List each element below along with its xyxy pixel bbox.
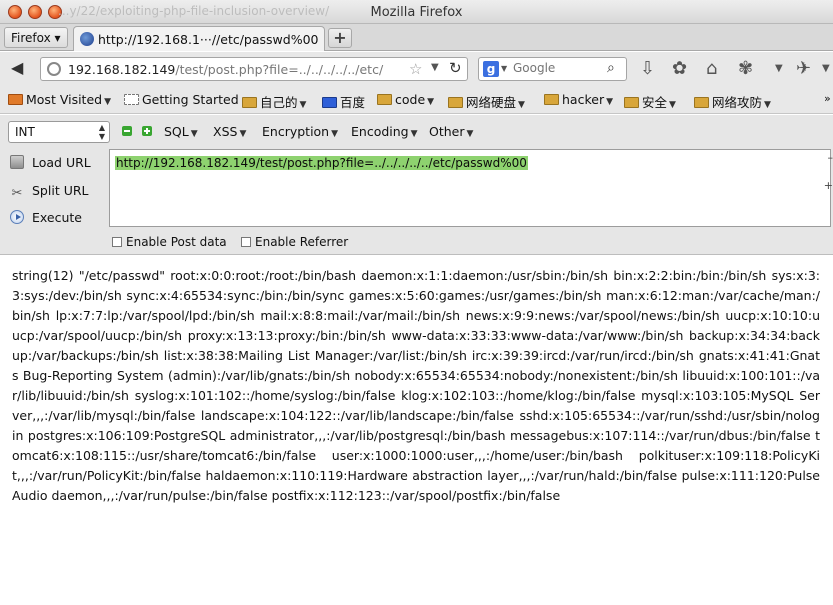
- title-bar: ...y/22/exploiting-php-file-inclusion-ov…: [0, 0, 833, 24]
- search-icon[interactable]: ⌕: [607, 60, 615, 76]
- execute-button[interactable]: Execute: [10, 210, 82, 225]
- overflow-chevron-icon[interactable]: ▼: [822, 63, 830, 74]
- folder-icon: [694, 97, 709, 108]
- collapse-icon[interactable]: –: [828, 151, 833, 164]
- bookmark-folder-attack[interactable]: 网络攻防 ▼: [694, 92, 771, 111]
- tab-label: http://192.168.1···//etc/passwd%00: [98, 32, 319, 47]
- tab-bar: Firefox ▾ http://192.168.1···//etc/passw…: [0, 24, 833, 51]
- page-output: string(12) "/etc/passwd" root:x:0:0:root…: [12, 268, 820, 503]
- load-url-button[interactable]: Load URL: [10, 155, 91, 170]
- reload-icon[interactable]: ↻: [449, 59, 462, 77]
- folder-icon: [448, 97, 463, 108]
- hackbar-toolbar: INT ▲ ▼ SQL ▼ XSS ▼ Encryption ▼ Encoding ▼ O…: [0, 115, 833, 149]
- firefox-menu-button[interactable]: Firefox ▾: [4, 27, 68, 48]
- updown-icon: ▲ ▼: [98, 123, 105, 141]
- bookmark-folder-hacker[interactable]: hacker ▼: [544, 92, 613, 107]
- search-input[interactable]: [513, 61, 603, 75]
- int-select-value: INT: [15, 125, 35, 139]
- bookmark-most-visited[interactable]: Most Visited ▼: [8, 92, 111, 107]
- navigation-bar: ◀ 192.168.182.149/test/post.php?file=../…: [0, 52, 833, 86]
- bookmarks-overflow-icon[interactable]: »: [824, 92, 831, 105]
- download-icon[interactable]: ⇩: [640, 58, 655, 79]
- other-menu[interactable]: Other ▼: [429, 124, 473, 139]
- encryption-menu[interactable]: Encryption ▼: [262, 124, 338, 139]
- load-url-icon: [10, 155, 24, 169]
- folder-icon: [624, 97, 639, 108]
- bookmark-folder-code[interactable]: code ▼: [377, 92, 434, 107]
- encoding-menu[interactable]: Encoding ▼: [351, 124, 418, 139]
- xss-menu[interactable]: XSS ▼: [213, 124, 246, 139]
- chevron-down-icon[interactable]: ▼: [775, 63, 783, 74]
- hackbar-url-value: http://192.168.182.149/test/post.php?fil…: [115, 156, 528, 170]
- split-url-icon: ✂: [11, 186, 23, 201]
- back-arrow-icon[interactable]: ◀: [11, 58, 23, 77]
- window-title: Mozilla Firefox: [370, 5, 463, 20]
- palette-icon[interactable]: ✿: [672, 58, 687, 79]
- rss-icon: [8, 94, 23, 105]
- enable-referrer-checkbox[interactable]: Enable Referrer: [241, 235, 348, 249]
- bookmark-folder-netdisk[interactable]: 网络硬盘 ▼: [448, 92, 525, 111]
- url-bar[interactable]: 192.168.182.149/test/post.php?file=../..…: [40, 57, 468, 81]
- folder-icon: [544, 94, 559, 105]
- engine-chevron-icon[interactable]: ▼: [501, 64, 507, 73]
- sql-menu[interactable]: SQL ▼: [164, 124, 198, 139]
- plus-icon[interactable]: [142, 126, 152, 136]
- enable-post-checkbox[interactable]: Enable Post data: [112, 235, 227, 249]
- url-path: /test/post.php?file=../../../../../etc/: [175, 62, 384, 77]
- home-icon[interactable]: ⌂: [706, 58, 717, 79]
- bookmark-getting-started[interactable]: Getting Started: [124, 92, 239, 107]
- bookmark-folder-security[interactable]: 安全 ▼: [624, 92, 676, 111]
- tab-current[interactable]: http://192.168.1···//etc/passwd%00: [73, 26, 325, 51]
- url-text: 192.168.182.149/test/post.php?file=../..…: [68, 62, 408, 77]
- execute-icon: [10, 210, 24, 224]
- new-tab-button[interactable]: +: [328, 28, 352, 48]
- page-icon: [124, 94, 139, 105]
- hackbar-url-textarea[interactable]: http://192.168.182.149/test/post.php?fil…: [109, 149, 831, 227]
- int-select[interactable]: INT ▲ ▼: [8, 121, 110, 143]
- search-bar[interactable]: g ▼ ⌕: [478, 57, 627, 81]
- chevron-down-icon[interactable]: ▼: [431, 62, 439, 73]
- folder-icon: [242, 97, 257, 108]
- star-icon[interactable]: ☆: [409, 60, 422, 78]
- baidu-paw-icon: [322, 97, 337, 108]
- checkbox-box: [112, 237, 122, 247]
- folder-icon: [377, 94, 392, 105]
- bookmark-baidu[interactable]: 百度: [322, 92, 365, 111]
- bookmark-folder-own[interactable]: 自己的 ▼: [242, 92, 306, 111]
- hackbar-panel: Load URL ✂ Split URL Execute http://192.1…: [0, 149, 833, 255]
- minus-icon[interactable]: [122, 126, 132, 136]
- addon-icon[interactable]: ✾: [738, 58, 753, 79]
- bookmarks-toolbar: Most Visited ▼ Getting Started 自己的 ▼ 百度 co…: [0, 86, 833, 114]
- url-host: 192.168.182.149: [68, 62, 176, 77]
- globe-icon: [80, 32, 94, 46]
- google-icon[interactable]: g: [483, 61, 499, 77]
- expand-icon[interactable]: +: [824, 179, 833, 192]
- tools-icon[interactable]: ✈: [796, 58, 811, 79]
- checkbox-box: [241, 237, 251, 247]
- site-identity-icon[interactable]: [47, 62, 61, 76]
- split-url-button[interactable]: ✂ Split URL: [10, 183, 89, 201]
